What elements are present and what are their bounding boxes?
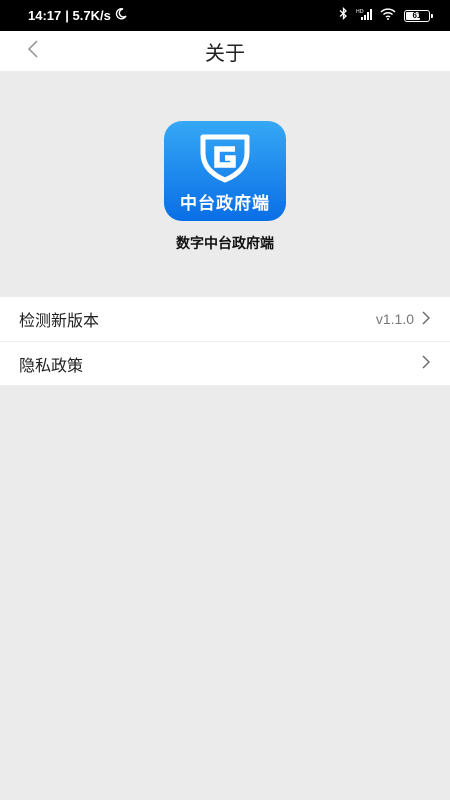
battery-level: 61 bbox=[412, 11, 422, 20]
status-right: HD 61 bbox=[339, 6, 433, 25]
battery-icon: 61 bbox=[404, 9, 433, 22]
page-title: 关于 bbox=[205, 40, 245, 65]
moon-icon bbox=[115, 8, 127, 23]
status-time: 14:17 bbox=[28, 8, 62, 23]
chevron-right-icon bbox=[422, 310, 430, 329]
app-icon-text: 中台政府端 bbox=[180, 194, 270, 214]
chevron-right-icon bbox=[422, 354, 430, 373]
menu-item-right bbox=[422, 354, 430, 373]
header: 关于 bbox=[0, 31, 450, 71]
signal-icon: HD bbox=[356, 7, 372, 25]
wifi-icon bbox=[380, 7, 396, 25]
status-bar: 14:17 | 5.7K/s HD 61 bbox=[0, 0, 450, 31]
back-button[interactable] bbox=[18, 35, 48, 67]
svg-text:HD: HD bbox=[356, 9, 364, 15]
app-logo: 中台政府端 bbox=[164, 121, 286, 221]
status-left: 14:17 | 5.7K/s bbox=[28, 8, 127, 23]
check-update-item[interactable]: 检测新版本 v1.1.0 bbox=[0, 297, 450, 341]
menu-item-label: 隐私政策 bbox=[19, 355, 84, 375]
about-screen: 14:17 | 5.7K/s HD 61 关于 中台政府端 数字中台政府端 检测… bbox=[0, 0, 450, 800]
version-value: v1.1.0 bbox=[375, 311, 414, 327]
settings-menu: 检测新版本 v1.1.0 隐私政策 bbox=[0, 297, 450, 385]
privacy-policy-item[interactable]: 隐私政策 bbox=[0, 341, 450, 385]
menu-item-right: v1.1.0 bbox=[376, 310, 430, 329]
chevron-left-icon bbox=[27, 39, 39, 63]
app-info: 中台政府端 数字中台政府端 bbox=[0, 71, 450, 297]
status-speed: | 5.7K/s bbox=[65, 8, 111, 23]
app-name: 数字中台政府端 bbox=[176, 236, 274, 252]
bluetooth-icon bbox=[339, 6, 348, 25]
shield-g-icon bbox=[195, 133, 255, 187]
menu-item-label: 检测新版本 bbox=[19, 311, 100, 330]
